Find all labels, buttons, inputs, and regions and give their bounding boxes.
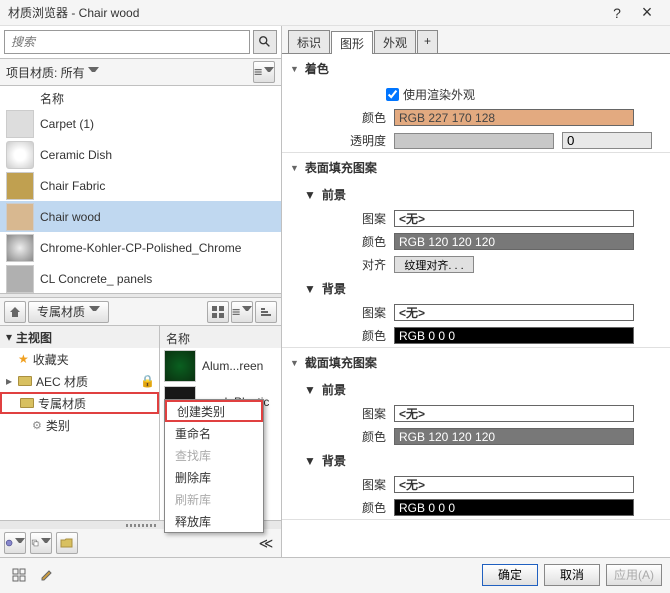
- transparency-slider[interactable]: [394, 133, 554, 149]
- use-render-checkbox[interactable]: [386, 88, 399, 101]
- ctx-find: 查找库: [165, 444, 263, 466]
- search-input[interactable]: [4, 30, 250, 54]
- tree-aec[interactable]: ▸AEC 材质🔒: [0, 370, 159, 392]
- chevron-down-icon: [89, 306, 100, 317]
- ctx-rename[interactable]: 重命名: [165, 422, 263, 444]
- ctx-delete[interactable]: 删除库: [165, 466, 263, 488]
- star-icon: ★: [18, 352, 29, 366]
- thumbnail: [6, 110, 34, 138]
- thumbnail: [6, 265, 34, 293]
- grid-icon: [12, 568, 26, 582]
- cut-bg-pattern[interactable]: <无>: [394, 476, 634, 493]
- mat-list-header: 名称: [0, 86, 281, 108]
- help-button[interactable]: ?: [602, 5, 632, 21]
- window-title: 材质浏览器 - Chair wood: [8, 4, 602, 21]
- chevron-down-icon: [264, 67, 274, 78]
- tab-appearance[interactable]: 外观: [374, 30, 416, 53]
- sort-icon: [259, 305, 273, 319]
- material-item[interactable]: Carpet (1): [0, 108, 281, 139]
- tab-identity[interactable]: 标识: [288, 30, 330, 53]
- shading-color-swatch[interactable]: RGB 227 170 128: [394, 109, 634, 126]
- tree-title: 主视图: [16, 329, 52, 346]
- asset-edit-button[interactable]: [36, 564, 58, 586]
- asset-item[interactable]: Alum...reen: [160, 348, 281, 384]
- cancel-button[interactable]: 取消: [544, 564, 600, 586]
- folder-open-icon: [60, 536, 74, 550]
- folder-icon: [18, 376, 32, 386]
- pencil-icon: [40, 568, 54, 582]
- list-icon: [254, 65, 262, 79]
- collapse-icon[interactable]: ▼: [304, 454, 316, 468]
- collapse-icon[interactable]: ▼: [290, 64, 299, 74]
- breadcrumb[interactable]: 专属材质: [28, 301, 109, 323]
- close-button[interactable]: ×: [632, 2, 662, 23]
- asset-view-button[interactable]: [8, 564, 30, 586]
- surface-fg-pattern[interactable]: <无>: [394, 210, 634, 227]
- collapse-panel-button[interactable]: ≪: [255, 532, 277, 554]
- open-library-button[interactable]: [56, 532, 78, 554]
- tree-favorites[interactable]: ★收藏夹: [0, 348, 159, 370]
- new-material-button[interactable]: [4, 532, 26, 554]
- tab-add[interactable]: +: [417, 30, 438, 53]
- home-icon: [8, 305, 22, 319]
- thumbnail: [164, 350, 196, 382]
- context-menu: 创建类别 重命名 查找库 删除库 刷新库 释放库: [164, 399, 264, 533]
- view-grid-button[interactable]: [207, 301, 229, 323]
- surface-bg-pattern[interactable]: <无>: [394, 304, 634, 321]
- material-item[interactable]: Chair Fabric: [0, 170, 281, 201]
- grid-icon: [211, 305, 225, 319]
- apply-button: 应用(A): [606, 564, 662, 586]
- filter-label[interactable]: 项目材质: 所有: [6, 64, 253, 81]
- material-item[interactable]: CL Concrete_ panels: [0, 263, 281, 293]
- collapse-icon[interactable]: ▼: [304, 282, 316, 296]
- cut-fg-color[interactable]: RGB 120 120 120: [394, 428, 634, 445]
- collapse-icon[interactable]: ▼: [304, 383, 316, 397]
- view-list-button[interactable]: [253, 61, 275, 83]
- chevron-down-icon: [88, 67, 99, 78]
- surface-fg-color[interactable]: RGB 120 120 120: [394, 233, 634, 250]
- magnify-icon: [258, 35, 272, 49]
- tab-graphics[interactable]: 图形: [331, 31, 373, 54]
- tree-category[interactable]: ⚙类别: [0, 414, 159, 436]
- lock-icon: 🔒: [140, 374, 155, 388]
- swatch-icon: [5, 536, 13, 550]
- ctx-create-category[interactable]: 创建类别: [165, 400, 263, 422]
- section-shading: 着色: [305, 60, 329, 77]
- thumbnail: [6, 141, 34, 169]
- material-item-selected[interactable]: Chair wood: [0, 201, 281, 232]
- list-icon: [232, 305, 240, 319]
- transparency-value[interactable]: [562, 132, 652, 149]
- chevron-down-icon: [242, 306, 252, 317]
- material-item[interactable]: Ceramic Dish: [0, 139, 281, 170]
- material-item[interactable]: Chrome-Kohler-CP-Polished_Chrome: [0, 232, 281, 263]
- tree-custom[interactable]: 专属材质: [0, 392, 159, 414]
- sort-button[interactable]: [255, 301, 277, 323]
- collapse-icon[interactable]: ▾: [6, 330, 12, 344]
- collapse-icon[interactable]: ▼: [290, 358, 299, 368]
- home-button[interactable]: [4, 301, 26, 323]
- ok-button[interactable]: 确定: [482, 564, 538, 586]
- ctx-release[interactable]: 释放库: [165, 510, 263, 532]
- cut-bg-color[interactable]: RGB 0 0 0: [394, 499, 634, 516]
- collapse-icon[interactable]: ▼: [304, 188, 316, 202]
- surface-bg-color[interactable]: RGB 0 0 0: [394, 327, 634, 344]
- section-cut: 截面填充图案: [305, 354, 377, 371]
- search-button[interactable]: [253, 30, 277, 54]
- thumbnail: [6, 172, 34, 200]
- texture-align-button[interactable]: 纹理对齐. . .: [394, 256, 474, 273]
- thumbnail: [6, 203, 34, 231]
- ctx-refresh: 刷新库: [165, 488, 263, 510]
- asset-header: 名称: [160, 326, 281, 348]
- section-surface: 表面填充图案: [305, 159, 377, 176]
- gear-icon: ⚙: [32, 419, 42, 432]
- duplicate-button[interactable]: [30, 532, 52, 554]
- copy-icon: [31, 536, 39, 550]
- cut-fg-pattern[interactable]: <无>: [394, 405, 634, 422]
- thumbnail: [6, 234, 34, 262]
- folder-icon: [20, 398, 34, 408]
- collapse-icon[interactable]: ▼: [290, 163, 299, 173]
- view-list-button-2[interactable]: [231, 301, 253, 323]
